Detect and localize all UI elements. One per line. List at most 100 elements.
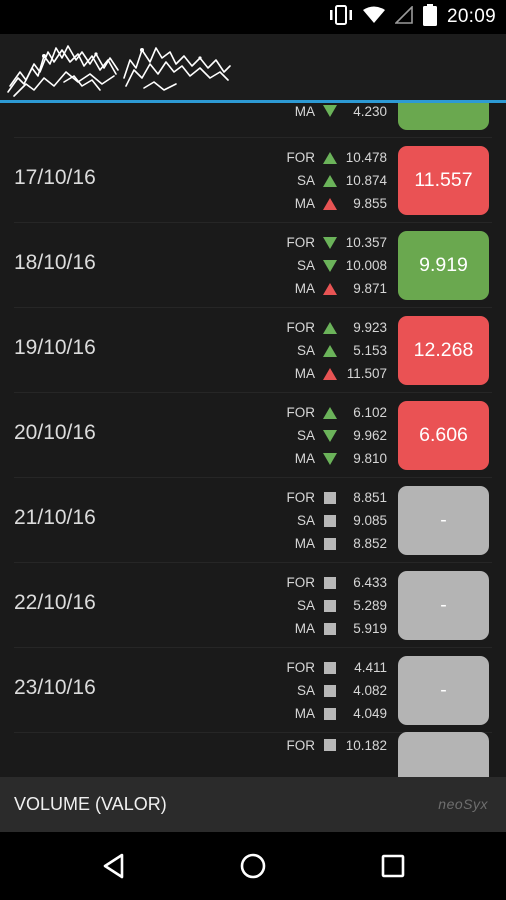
neutral-square-icon: [322, 737, 338, 753]
metric-value: 5.919: [353, 621, 387, 636]
metric-label: FOR: [286, 660, 316, 675]
neutral-square-icon: [322, 621, 338, 637]
app-logo: [7, 45, 231, 97]
neutral-square-icon: [322, 575, 338, 591]
metric-value: 11.507: [346, 366, 387, 381]
arrow-down-green-icon: [322, 451, 338, 467]
metric-value: 9.085: [353, 513, 387, 528]
metric-label: MA: [294, 621, 315, 636]
arrow-down-green-icon: [322, 428, 338, 444]
status-bar: 20:09: [0, 0, 506, 34]
app-bar: [0, 34, 506, 102]
total-badge[interactable]: 9.919: [398, 231, 489, 300]
footer-title[interactable]: VOLUME (VALOR): [14, 794, 167, 815]
metric-value: 10.008: [345, 258, 387, 273]
arrow-down-green-icon: [322, 235, 338, 251]
metric-label: FOR: [286, 150, 316, 165]
neutral-square-icon: [322, 598, 338, 614]
arrow-up-green-icon: [322, 320, 338, 336]
metric-label: SA: [296, 513, 315, 528]
arrow-up-green-icon: [322, 150, 338, 166]
brand-logo: neoSyx: [438, 796, 488, 812]
metric-value: 4.082: [353, 683, 387, 698]
wifi-icon: [362, 6, 385, 28]
metric-label: SA: [296, 428, 315, 443]
metric-label: FOR: [286, 575, 316, 590]
list-item[interactable]: 20/10/16 FOR 6.102 SA 9.962 MA 9.810 6.606: [0, 393, 506, 478]
arrow-up-red-icon: [322, 196, 338, 212]
arrow-down-green-icon: [322, 258, 338, 274]
metric-label: MA: [294, 706, 315, 721]
status-icons: 20:09: [329, 4, 496, 30]
metric-value: 4.411: [354, 660, 387, 675]
metric-label: SA: [296, 258, 315, 273]
metric-label: MA: [294, 196, 315, 211]
metric-label: FOR: [286, 405, 316, 420]
total-badge[interactable]: [398, 732, 489, 777]
total-badge[interactable]: 11.557: [398, 146, 489, 215]
signal-icon: [394, 5, 413, 28]
neutral-square-icon: [322, 660, 338, 676]
neutral-square-icon: [322, 513, 338, 529]
recents-button[interactable]: [376, 849, 410, 883]
volume-list[interactable]: 16/10/16SA3.573MA4.2304.08217/10/16FOR10…: [0, 103, 506, 777]
metric-value: 8.852: [353, 536, 387, 551]
back-button[interactable]: [97, 849, 131, 883]
arrow-down-green-icon: [322, 103, 338, 119]
home-icon: [240, 853, 266, 879]
metric-label: FOR: [286, 737, 316, 753]
list-item[interactable]: 23/10/16 FOR 4.411 SA 4.082 MA 4.049-: [0, 648, 506, 733]
total-badge[interactable]: -: [398, 571, 489, 640]
arrow-up-red-icon: [322, 366, 338, 382]
metric-label: MA: [294, 103, 315, 119]
metric-label: FOR: [286, 490, 316, 505]
metric-value: 6.433: [353, 575, 387, 590]
metric-label: FOR: [286, 320, 316, 335]
footer-bar[interactable]: VOLUME (VALOR) neoSyx: [0, 777, 506, 832]
arrow-up-green-icon: [322, 405, 338, 421]
metric-label: MA: [294, 281, 315, 296]
navigation-bar: [0, 832, 506, 900]
battery-icon: [422, 4, 437, 30]
list-item[interactable]: 22/10/16 FOR 6.433 SA 5.289 MA 5.919-: [0, 563, 506, 648]
metric-value: 9.962: [353, 428, 387, 443]
metric-value: 5.153: [353, 343, 387, 358]
arrow-up-green-icon: [322, 343, 338, 359]
list-item[interactable]: FOR 10.182: [0, 732, 506, 777]
metric-label: MA: [294, 536, 315, 551]
list-item[interactable]: 17/10/16 FOR 10.478 SA 10.874 MA 9.855 11.557: [0, 138, 506, 223]
metric-label: FOR: [286, 235, 316, 250]
back-icon: [103, 853, 124, 879]
total-badge[interactable]: -: [398, 486, 489, 555]
arrow-up-green-icon: [322, 173, 338, 189]
metric-value: 9.923: [353, 320, 387, 335]
metric-value: 8.851: [353, 490, 387, 505]
neutral-square-icon: [322, 706, 338, 722]
list-item[interactable]: 19/10/16 FOR 9.923 SA 5.153 MA 11.507 12.268: [0, 308, 506, 393]
metric-value: 4.049: [353, 706, 387, 721]
metric-label: SA: [296, 173, 315, 188]
metric-value: 10.182: [345, 737, 387, 753]
list-item[interactable]: 21/10/16 FOR 8.851 SA 9.085 MA 8.852-: [0, 478, 506, 563]
recents-icon: [381, 854, 405, 878]
metric-value: 9.871: [353, 281, 387, 296]
total-badge[interactable]: 12.268: [398, 316, 489, 385]
list-item[interactable]: 16/10/16SA3.573MA4.2304.082: [0, 103, 506, 138]
neutral-square-icon: [322, 490, 338, 506]
total-badge[interactable]: -: [398, 656, 489, 725]
arrow-up-red-icon: [322, 281, 338, 297]
list-item[interactable]: 18/10/16 FOR 10.357 SA 10.008 MA 9.871 9.919: [0, 223, 506, 308]
total-badge[interactable]: 4.082: [398, 103, 489, 130]
home-button[interactable]: [236, 849, 270, 883]
neutral-square-icon: [322, 683, 338, 699]
metric-value: 9.855: [353, 196, 387, 211]
metric-label: SA: [296, 683, 315, 698]
metric-value: 6.102: [353, 405, 387, 420]
metric-value: 5.289: [353, 598, 387, 613]
total-badge[interactable]: 6.606: [398, 401, 489, 470]
vibrate-icon: [329, 5, 353, 29]
metric-value: 9.810: [353, 451, 387, 466]
metric-value: 10.357: [345, 235, 387, 250]
status-time: 20:09: [446, 6, 496, 27]
metric-value: 10.478: [345, 150, 387, 165]
